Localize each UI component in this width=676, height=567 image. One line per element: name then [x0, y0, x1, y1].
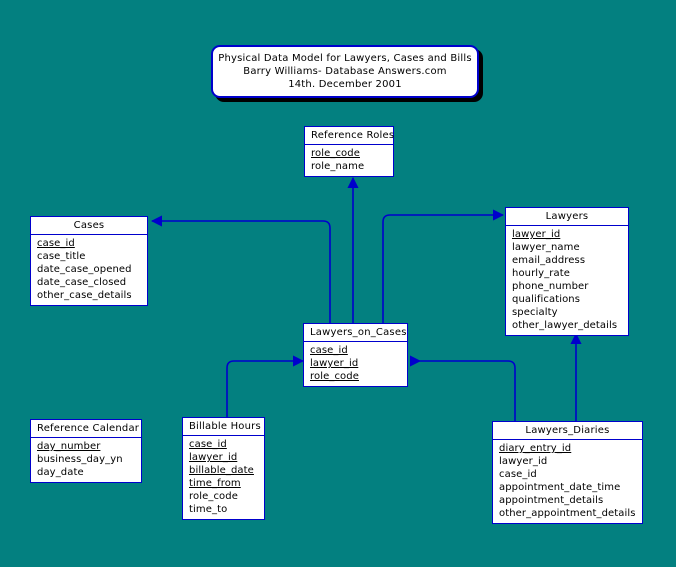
connector-lawyers-on-cases-to-cases: [150, 215, 331, 331]
entity-cases[interactable]: Cases case_id case_title date_case_opene…: [30, 216, 148, 306]
attribute-row: billable_date: [189, 465, 254, 476]
entity-attributes-reference-calendar: day_number business_day_yn day_date: [31, 438, 141, 482]
connector-lawyers-on-cases-to-lawyers: [382, 209, 505, 331]
entity-attributes-lawyers-diaries: diary_entry_id lawyer_id case_id appoint…: [493, 440, 642, 523]
attribute-row: lawyer_id: [512, 229, 561, 240]
attribute-row: case_id: [310, 345, 348, 356]
attribute-row: day_date: [37, 467, 84, 478]
attribute-row: day_number: [37, 441, 101, 452]
attribute-row: time_to: [189, 504, 228, 515]
attribute-row: appointment_date_time: [499, 482, 621, 493]
entity-title-reference-roles: Reference Roles: [305, 127, 394, 145]
attribute-row: role_name: [311, 161, 365, 172]
entity-title-lawyers-on-cases: Lawyers_on_Cases: [304, 324, 407, 342]
entity-title-lawyers: Lawyers: [506, 208, 628, 226]
entity-lawyers[interactable]: Lawyers lawyer_id lawyer_name email_addr…: [505, 207, 629, 336]
entity-title-cases: Cases: [31, 217, 147, 235]
connector-lawyers-diaries-to-lawyers-on-cases: [409, 355, 516, 421]
attribute-row: diary_entry_id: [499, 443, 572, 454]
title-line-1: Physical Data Model for Lawyers, Cases a…: [218, 53, 472, 64]
attribute-row: case_title: [37, 251, 86, 262]
title-line-3: 14th. December 2001: [288, 79, 402, 90]
attribute-row: hourly_rate: [512, 268, 571, 279]
entity-attributes-lawyers: lawyer_id lawyer_name email_address hour…: [506, 226, 628, 335]
entity-reference-calendar[interactable]: Reference Calendar day_number business_d…: [30, 419, 142, 483]
attribute-row: role_code: [310, 371, 359, 382]
attribute-row: time_from: [189, 478, 241, 489]
attribute-row: specialty: [512, 307, 558, 318]
attribute-row: role_code: [189, 491, 238, 502]
attribute-row: lawyer_id: [189, 452, 238, 463]
attribute-row: other_lawyer_details: [512, 320, 618, 331]
connector-billable-hours-to-lawyers-on-cases: [226, 355, 305, 417]
attribute-row: case_id: [189, 439, 227, 450]
attribute-row: phone_number: [512, 281, 589, 292]
attribute-row: role_code: [311, 148, 360, 159]
entity-lawyers-on-cases[interactable]: Lawyers_on_Cases case_id lawyer_id role_…: [303, 323, 408, 387]
attribute-row: date_case_opened: [37, 264, 132, 275]
attribute-row: appointment_details: [499, 495, 604, 506]
attribute-row: date_case_closed: [37, 277, 127, 288]
entity-title-reference-calendar: Reference Calendar: [31, 420, 141, 438]
entity-reference-roles[interactable]: Reference Roles role_code role_name: [304, 126, 394, 177]
attribute-row: lawyer_id: [499, 456, 548, 467]
entity-title-billable-hours: Billable Hours: [183, 418, 264, 436]
title-line-2: Barry Williams- Database Answers.com: [243, 66, 447, 77]
er-diagram-canvas: Physical Data Model for Lawyers, Cases a…: [0, 0, 676, 567]
entity-title-lawyers-diaries: Lawyers_Diaries: [493, 422, 642, 440]
attribute-row: lawyer_id: [310, 358, 359, 369]
entity-attributes-lawyers-on-cases: case_id lawyer_id role_code: [304, 342, 407, 386]
entity-attributes-reference-roles: role_code role_name: [305, 145, 393, 176]
entity-attributes-cases: case_id case_title date_case_opened date…: [31, 235, 147, 305]
attribute-row: case_id: [37, 238, 75, 249]
attribute-row: other_case_details: [37, 290, 132, 301]
entity-lawyers-diaries[interactable]: Lawyers_Diaries diary_entry_id lawyer_id…: [492, 421, 643, 524]
attribute-row: lawyer_name: [512, 242, 580, 253]
entity-billable-hours[interactable]: Billable Hours case_id lawyer_id billabl…: [182, 417, 265, 520]
attribute-row: business_day_yn: [37, 454, 123, 465]
attribute-row: qualifications: [512, 294, 581, 305]
attribute-row: case_id: [499, 469, 537, 480]
diagram-title-box: Physical Data Model for Lawyers, Cases a…: [211, 45, 479, 98]
attribute-row: other_appointment_details: [499, 508, 636, 519]
entity-attributes-billable-hours: case_id lawyer_id billable_date time_fro…: [183, 436, 264, 519]
attribute-row: email_address: [512, 255, 586, 266]
